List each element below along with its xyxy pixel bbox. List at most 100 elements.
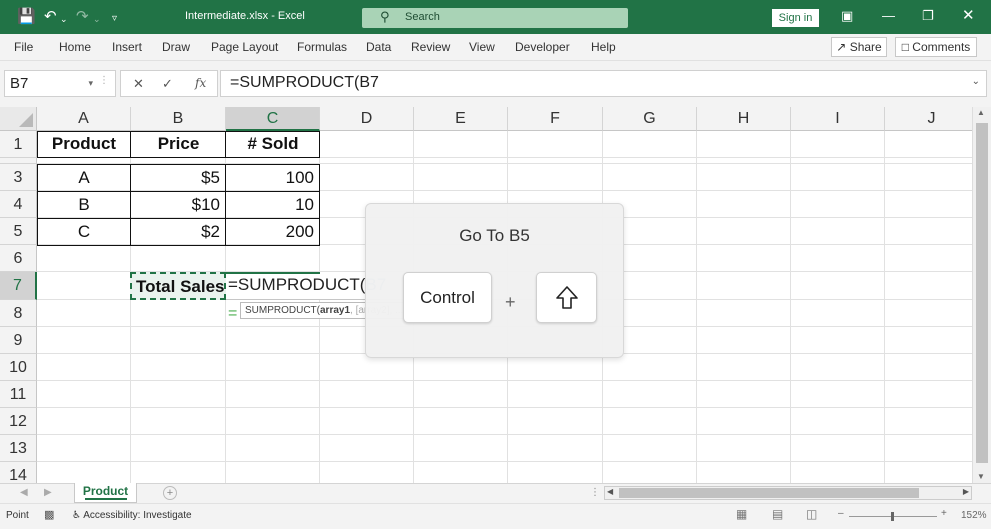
signin-button[interactable]: Sign in [772, 9, 819, 27]
expand-formula-icon[interactable]: ⌄ [972, 76, 980, 87]
scroll-left-icon[interactable]: ◀ [607, 487, 613, 496]
cell-c5[interactable]: 200 [226, 222, 320, 242]
row-header-14[interactable]: 14 [0, 462, 37, 483]
row-header-10[interactable]: 10 [0, 354, 37, 381]
column-header-g[interactable]: G [603, 107, 697, 131]
close-icon[interactable]: ✕ [962, 6, 975, 24]
tooltip-arg1: array1 [320, 305, 351, 316]
row-header-8[interactable]: 8 [0, 300, 37, 327]
column-header-j[interactable]: J [885, 107, 972, 131]
zoom-out-icon[interactable]: – [838, 508, 844, 519]
restore-icon[interactable]: ❐ [922, 8, 934, 24]
formula-input[interactable]: =SUMPRODUCT(B7 ⌄ [220, 70, 987, 97]
accessibility-status[interactable]: ♿ Accessibility: Investigate [72, 510, 192, 521]
name-box[interactable]: B7 ▾ ⋮ [4, 70, 116, 97]
chevron-down-icon[interactable]: ▾ [88, 78, 93, 89]
select-all-corner[interactable] [0, 107, 37, 131]
ghost-formula-hint: = [228, 305, 238, 322]
cell-b5[interactable]: $2 [131, 222, 226, 242]
cell-a1[interactable]: Product [37, 134, 131, 154]
column-header-b[interactable]: B [131, 107, 226, 131]
cell-c4[interactable]: 10 [226, 195, 320, 215]
menu-view[interactable]: View [469, 40, 495, 54]
cell-c1[interactable]: # Sold [226, 134, 320, 154]
scroll-down-icon[interactable]: ▼ [977, 472, 985, 481]
cell-c3[interactable]: 100 [226, 168, 320, 188]
sheet-tab-product[interactable]: Product [74, 483, 137, 503]
cancel-icon[interactable]: ✕ [133, 76, 144, 92]
row-header-6[interactable]: 6 [0, 245, 37, 272]
zoom-knob[interactable] [891, 512, 894, 521]
normal-view-icon[interactable]: ▦ [736, 507, 747, 521]
zoom-slider[interactable] [849, 512, 937, 521]
enter-icon[interactable]: ✓ [162, 76, 173, 92]
menu-draw[interactable]: Draw [162, 40, 190, 54]
separator-icon: ⋮ [99, 75, 109, 86]
horizontal-scrollbar[interactable]: ◀ ▶ [604, 486, 972, 500]
search-icon: ⚲ [380, 9, 390, 24]
search-box[interactable]: ⚲ Search [362, 8, 628, 28]
row-header-4[interactable]: 4 [0, 191, 37, 218]
save-icon[interactable]: 💾 [17, 7, 36, 27]
grid-line [790, 131, 791, 483]
column-header-c[interactable]: C [226, 107, 320, 131]
vertical-scrollbar[interactable]: ▲ ▼ [972, 107, 991, 483]
macro-record-icon[interactable]: ▩ [44, 508, 54, 521]
row-header-9[interactable]: 9 [0, 327, 37, 354]
prev-sheet-icon[interactable]: ◀ [20, 487, 28, 498]
next-sheet-icon[interactable]: ▶ [44, 487, 52, 498]
row-header-11[interactable]: 11 [0, 381, 37, 408]
menu-review[interactable]: Review [411, 40, 450, 54]
menu-data[interactable]: Data [366, 40, 391, 54]
cell-b4[interactable]: $10 [131, 195, 226, 215]
cell-a4[interactable]: B [37, 195, 131, 215]
menu-file[interactable]: File [14, 40, 33, 54]
column-header-f[interactable]: F [508, 107, 603, 131]
column-header-a[interactable]: A [37, 107, 131, 131]
ribbon-display-icon[interactable]: ▣ [841, 8, 853, 24]
insert-function-icon[interactable]: fx [195, 76, 206, 90]
undo-dropdown-icon[interactable]: ⌄ [60, 9, 68, 29]
cell-b1[interactable]: Price [131, 134, 226, 154]
row-header-3[interactable]: 3 [0, 164, 37, 191]
menu-help[interactable]: Help [591, 40, 616, 54]
row-header-1[interactable]: 1 [0, 131, 37, 158]
cell-a5[interactable]: C [37, 222, 131, 242]
cell-c7-editor[interactable]: =SUMPRODUCT(B7 [226, 272, 386, 300]
menu-formulas[interactable]: Formulas [297, 40, 347, 54]
column-header-h[interactable]: H [697, 107, 791, 131]
column-header-d[interactable]: D [320, 107, 414, 131]
row-header-7[interactable]: 7 [0, 272, 37, 300]
menu-page-layout[interactable]: Page Layout [211, 40, 278, 54]
hscroll-thumb[interactable] [619, 488, 919, 498]
page-layout-view-icon[interactable]: ▤ [772, 507, 783, 521]
cell-b3[interactable]: $5 [131, 168, 226, 188]
comments-button[interactable]: □ Comments [895, 37, 977, 57]
scrollbar-thumb[interactable] [976, 123, 988, 463]
row-header-12[interactable]: 12 [0, 408, 37, 435]
scroll-right-icon[interactable]: ▶ [963, 487, 969, 496]
column-header-i[interactable]: I [791, 107, 885, 131]
page-break-view-icon[interactable]: ◫ [806, 507, 817, 521]
cell-a3[interactable]: A [37, 168, 131, 188]
share-button[interactable]: ↗ Share [831, 37, 887, 57]
minimize-icon[interactable]: — [882, 8, 895, 23]
scroll-up-icon[interactable]: ▲ [977, 108, 985, 117]
customize-icon[interactable]: ▿ [112, 9, 117, 29]
column-header-e[interactable]: E [414, 107, 508, 131]
redo-dropdown-icon[interactable]: ⌄ [93, 9, 101, 29]
row-header-5[interactable]: 5 [0, 218, 37, 245]
menu-home[interactable]: Home [59, 40, 91, 54]
undo-icon[interactable]: ↶ [44, 7, 57, 27]
add-sheet-icon[interactable]: + [163, 486, 177, 500]
cell-b7-reference[interactable]: Total Sales [130, 272, 226, 300]
tab-splitter-icon[interactable]: ⋮ [590, 487, 600, 498]
redo-icon[interactable]: ↷ [76, 7, 89, 27]
zoom-level[interactable]: 152% [961, 510, 987, 521]
formula-controls: ✕ ✓ fx [120, 70, 218, 97]
row-header-13[interactable]: 13 [0, 435, 37, 462]
spreadsheet-grid[interactable]: A B C D E F G H I J 1 3 4 5 6 7 8 9 10 1… [0, 107, 972, 483]
menu-developer[interactable]: Developer [515, 40, 570, 54]
menu-insert[interactable]: Insert [112, 40, 142, 54]
zoom-in-icon[interactable]: + [941, 508, 947, 519]
